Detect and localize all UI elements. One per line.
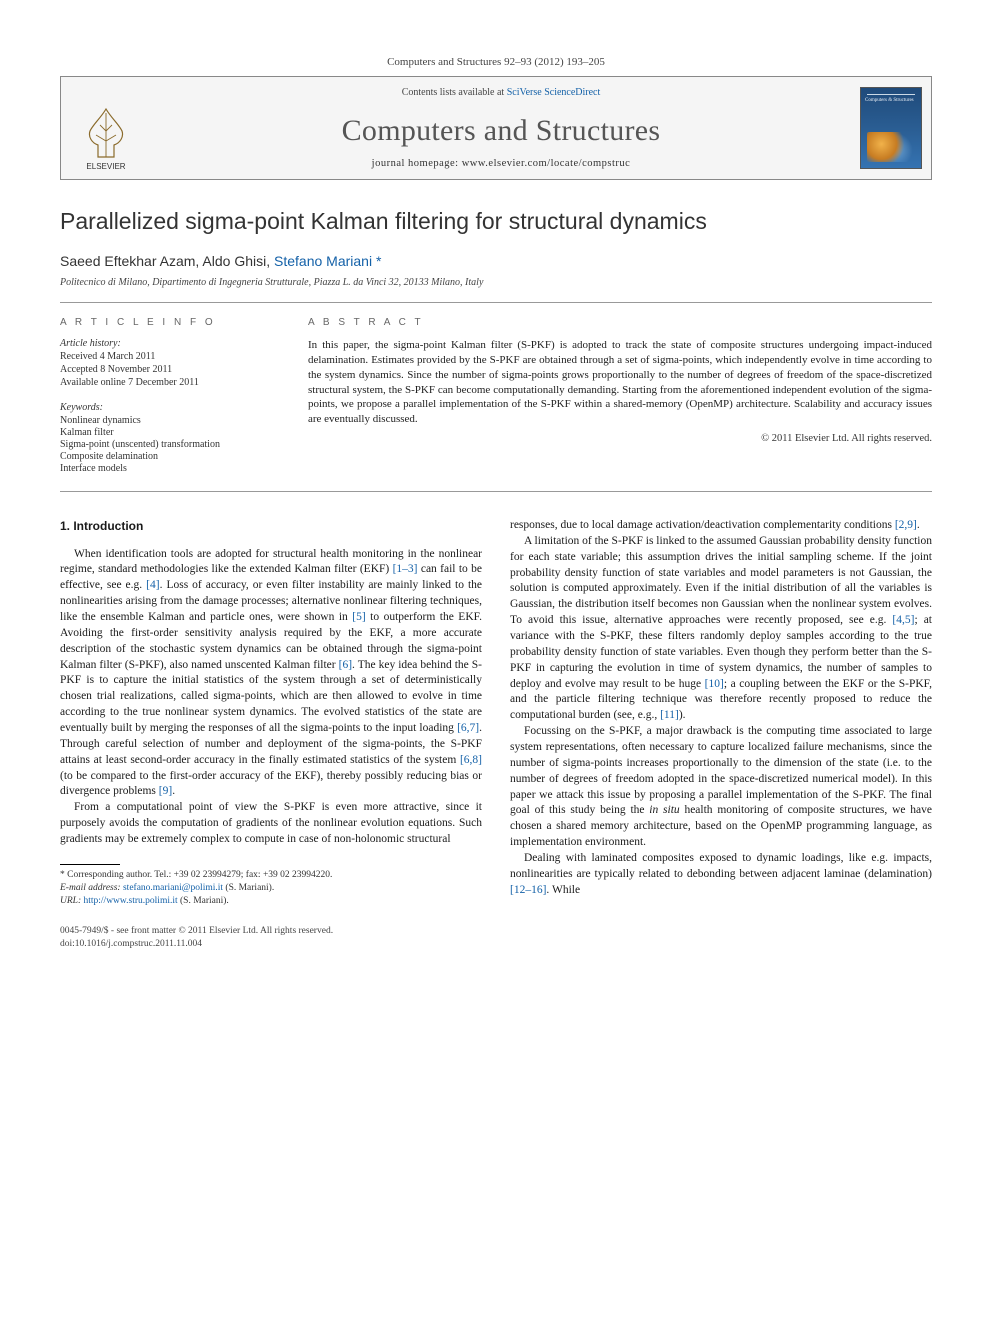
journal-homepage-line: journal homepage: www.elsevier.com/locat… bbox=[155, 158, 847, 169]
publisher-name: ELSEVIER bbox=[86, 162, 125, 171]
corresponding-email-link[interactable]: stefano.mariani@polimi.it bbox=[123, 883, 223, 893]
body-columns: 1. Introduction When identification tool… bbox=[60, 518, 932, 907]
intro-para-1: When identification tools are adopted fo… bbox=[60, 547, 482, 801]
keyword: Composite delamination bbox=[60, 451, 280, 462]
homepage-prefix: journal homepage: bbox=[372, 158, 462, 169]
cover-art bbox=[867, 132, 915, 162]
abstract-block: A B S T R A C T In this paper, the sigma… bbox=[308, 317, 932, 475]
keywords-label: Keywords: bbox=[60, 402, 280, 413]
corresponding-separator bbox=[60, 864, 120, 865]
article-info-block: A R T I C L E I N F O Article history: R… bbox=[60, 302, 932, 492]
intro-para-4: Focussing on the S-PKF, a major drawback… bbox=[510, 724, 932, 851]
header-center: Contents lists available at SciVerse Sci… bbox=[151, 77, 851, 179]
intro-para-2: From a computational point of view the S… bbox=[60, 800, 482, 848]
citation-ref[interactable]: [12–16] bbox=[510, 884, 546, 896]
authors-nonlinked: Saeed Eftekhar Azam, Aldo Ghisi, bbox=[60, 253, 274, 269]
cover-title: Computers & Structures bbox=[865, 98, 917, 104]
contents-available-line: Contents lists available at SciVerse Sci… bbox=[155, 87, 847, 98]
elsevier-tree-logo: ELSEVIER bbox=[76, 101, 136, 171]
affiliation: Politecnico di Milano, Dipartimento di I… bbox=[60, 277, 932, 288]
abstract-text: In this paper, the sigma-point Kalman fi… bbox=[308, 338, 932, 427]
doi-line: doi:10.1016/j.compstruc.2011.11.004 bbox=[60, 938, 932, 950]
column-right: responses, due to local damage activatio… bbox=[510, 518, 932, 907]
section-1-heading: 1. Introduction bbox=[60, 518, 482, 535]
article-info-left: A R T I C L E I N F O Article history: R… bbox=[60, 317, 280, 475]
journal-cover-thumbnail: Computers & Structures bbox=[860, 87, 922, 169]
citation-ref[interactable]: [11] bbox=[660, 709, 679, 721]
url-label: URL: bbox=[60, 896, 84, 906]
citation-ref[interactable]: [2,9] bbox=[895, 519, 917, 531]
authors-line: Saeed Eftekhar Azam, Aldo Ghisi, Stefano… bbox=[60, 253, 932, 269]
column-left: 1. Introduction When identification tool… bbox=[60, 518, 482, 907]
intro-para-5: Dealing with laminated composites expose… bbox=[510, 851, 932, 899]
text: . While bbox=[546, 884, 580, 896]
sciencedirect-link[interactable]: SciVerse ScienceDirect bbox=[507, 87, 601, 98]
journal-header: ELSEVIER Contents lists available at Sci… bbox=[60, 77, 932, 180]
corresponding-author-link[interactable]: Stefano Mariani bbox=[274, 253, 372, 269]
text: responses, due to local damage activatio… bbox=[510, 519, 895, 531]
keyword: Sigma-point (unscented) transformation bbox=[60, 439, 280, 450]
history-online: Available online 7 December 2011 bbox=[60, 377, 280, 388]
corresponding-label: * Corresponding author. Tel.: +39 02 239… bbox=[60, 869, 482, 882]
homepage-url[interactable]: www.elsevier.com/locate/compstruc bbox=[462, 158, 631, 169]
text: Dealing with laminated composites expose… bbox=[510, 852, 932, 880]
contents-prefix: Contents lists available at bbox=[402, 87, 507, 98]
in-situ-italic: in situ bbox=[649, 804, 679, 816]
email-label: E-mail address: bbox=[60, 883, 123, 893]
citation-ref[interactable]: [6] bbox=[339, 659, 352, 671]
intro-para-3: A limitation of the S-PKF is linked to t… bbox=[510, 534, 932, 724]
journal-name: Computers and Structures bbox=[155, 114, 847, 148]
front-matter-line: 0045-7949/$ - see front matter © 2011 El… bbox=[60, 925, 932, 937]
keyword: Interface models bbox=[60, 463, 280, 474]
text: . bbox=[917, 519, 920, 531]
page-footer: 0045-7949/$ - see front matter © 2011 El… bbox=[60, 925, 932, 950]
article-info-heading: A R T I C L E I N F O bbox=[60, 317, 280, 328]
text: A limitation of the S-PKF is linked to t… bbox=[510, 535, 932, 626]
history-received: Received 4 March 2011 bbox=[60, 351, 280, 362]
citation-ref[interactable]: [4] bbox=[146, 579, 159, 591]
citation-ref[interactable]: [9] bbox=[159, 785, 172, 797]
cover-cell: Computers & Structures bbox=[851, 77, 931, 179]
corresponding-block: * Corresponding author. Tel.: +39 02 239… bbox=[60, 869, 482, 907]
citation-ref[interactable]: [4,5] bbox=[892, 614, 914, 626]
page-root: Computers and Structures 92–93 (2012) 19… bbox=[0, 0, 992, 990]
url-who: (S. Mariani). bbox=[178, 896, 229, 906]
text: Focussing on the S-PKF, a major drawback… bbox=[510, 725, 932, 816]
publisher-logo-cell: ELSEVIER bbox=[61, 77, 151, 179]
abstract-heading: A B S T R A C T bbox=[308, 317, 932, 328]
citation-ref[interactable]: [6,8] bbox=[460, 754, 482, 766]
history-label: Article history: bbox=[60, 338, 280, 349]
citation-ref[interactable]: [1–3] bbox=[393, 563, 418, 575]
abstract-copyright: © 2011 Elsevier Ltd. All rights reserved… bbox=[308, 433, 932, 444]
keyword: Nonlinear dynamics bbox=[60, 415, 280, 426]
citation-ref[interactable]: [5] bbox=[352, 611, 365, 623]
corresponding-marker: * bbox=[376, 253, 381, 269]
text: . bbox=[172, 785, 175, 797]
email-who: (S. Mariani). bbox=[223, 883, 274, 893]
intro-para-2-cont: responses, due to local damage activatio… bbox=[510, 518, 932, 534]
history-accepted: Accepted 8 November 2011 bbox=[60, 364, 280, 375]
text: ). bbox=[679, 709, 686, 721]
citation-ref[interactable]: [10] bbox=[705, 678, 724, 690]
article-title: Parallelized sigma-point Kalman filterin… bbox=[60, 208, 932, 235]
text: (to be compared to the first-order accur… bbox=[60, 770, 482, 798]
citation-bar: Computers and Structures 92–93 (2012) 19… bbox=[60, 50, 932, 77]
corresponding-url-link[interactable]: http://www.stru.polimi.it bbox=[84, 896, 178, 906]
keyword: Kalman filter bbox=[60, 427, 280, 438]
citation-ref[interactable]: [6,7] bbox=[457, 722, 479, 734]
